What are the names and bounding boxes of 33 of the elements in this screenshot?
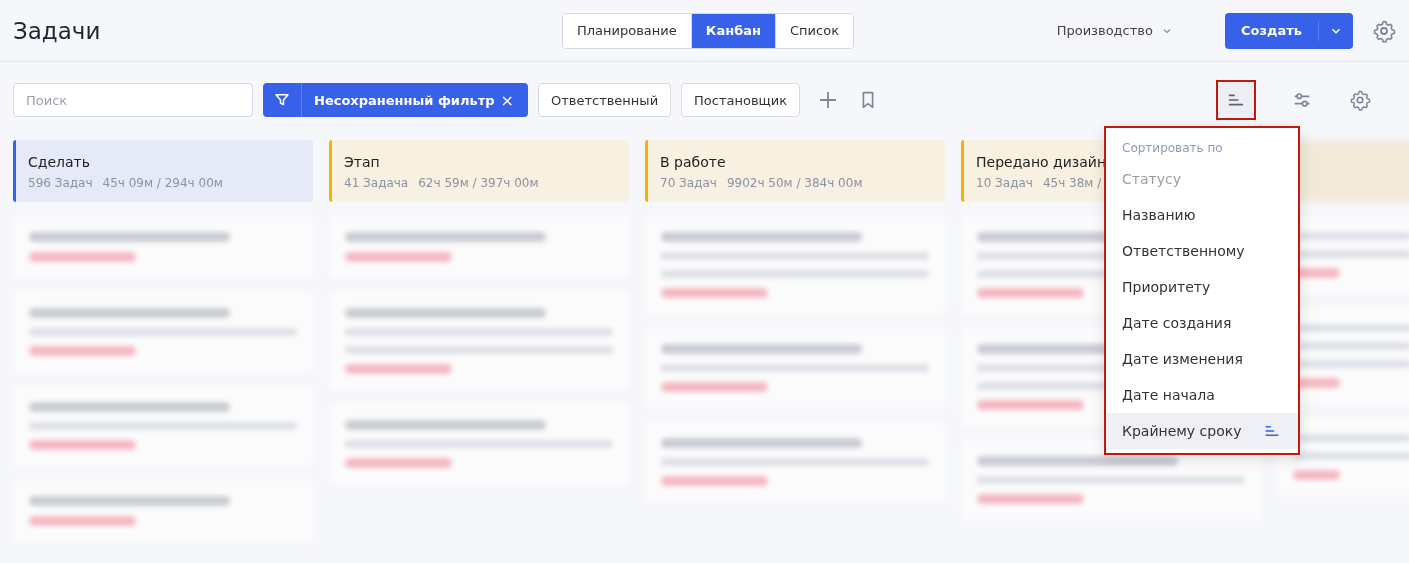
task-count: 10 Задач bbox=[976, 176, 1033, 190]
sort-button[interactable] bbox=[1216, 80, 1256, 120]
sort-option[interactable]: Крайнему сроку bbox=[1106, 413, 1298, 449]
sort-option[interactable]: Названию bbox=[1106, 197, 1298, 233]
filter-button[interactable]: Постановщик bbox=[681, 83, 801, 117]
task-count: 41 Задача bbox=[344, 176, 409, 190]
close-icon[interactable]: × bbox=[500, 90, 528, 110]
filter-button[interactable]: Ответственный bbox=[537, 83, 672, 117]
filter-chip[interactable]: Несохраненный фильтр × bbox=[263, 83, 528, 117]
column-title: Передано дизайн bbox=[976, 154, 1107, 170]
page-title: Задачи bbox=[13, 17, 102, 44]
time-estimate: 45ч 09м / 294ч 00м bbox=[102, 176, 223, 190]
sort-option[interactable]: Приоритету bbox=[1106, 269, 1298, 305]
sort-option[interactable]: Дате создания bbox=[1106, 305, 1298, 341]
task-count: 596 Задач bbox=[28, 176, 93, 190]
column-title: Сделать bbox=[28, 154, 90, 170]
task-count: 70 Задач bbox=[660, 176, 717, 190]
create-button[interactable]: Создать bbox=[1224, 12, 1353, 49]
settings-icon[interactable] bbox=[1349, 89, 1371, 111]
search-field[interactable]: Поиск bbox=[13, 83, 253, 117]
sort-option[interactable]: Ответственному bbox=[1106, 233, 1298, 269]
view-tab[interactable]: Канбан bbox=[690, 13, 775, 48]
project-dropdown[interactable]: Производство bbox=[1050, 22, 1179, 39]
view-tab[interactable]: Список bbox=[775, 13, 853, 48]
menu-heading: Сортировать по bbox=[1121, 140, 1224, 157]
column-title: Этап bbox=[344, 154, 380, 170]
settings-icon[interactable] bbox=[1372, 18, 1396, 43]
column-title: В работе bbox=[660, 154, 726, 170]
time-estimate: 62ч 59м / 397ч 00м bbox=[418, 176, 539, 190]
time-estimate: 45ч 38м / bbox=[1042, 176, 1102, 190]
sort-option[interactable]: Дате изменения bbox=[1106, 341, 1298, 377]
sort-option[interactable]: Дате начала bbox=[1106, 377, 1298, 413]
time-estimate: 9902ч 50м / 384ч 00м bbox=[726, 176, 863, 190]
